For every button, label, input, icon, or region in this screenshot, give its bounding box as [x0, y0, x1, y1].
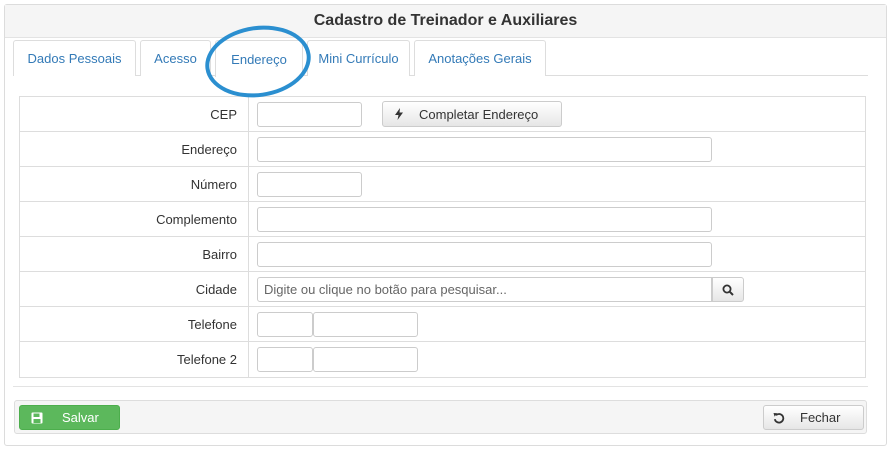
- form-row-bairro: Bairro: [20, 237, 865, 272]
- form-row-telefone: Telefone: [20, 307, 865, 342]
- form-row-telefone2: Telefone 2: [20, 342, 865, 377]
- close-button[interactable]: Fechar: [763, 405, 864, 430]
- form-row-cidade: Cidade: [20, 272, 865, 307]
- telefone2-label: Telefone 2: [20, 342, 249, 377]
- cep-label: CEP: [20, 97, 249, 131]
- tab-endereco[interactable]: Endereço: [215, 40, 303, 77]
- cidade-label: Cidade: [20, 272, 249, 306]
- save-button[interactable]: Salvar: [19, 405, 120, 430]
- form-row-endereco: Endereço: [20, 132, 865, 167]
- bairro-input[interactable]: [257, 242, 712, 267]
- cidade-input[interactable]: [257, 277, 712, 302]
- complete-address-button[interactable]: Completar Endereço: [382, 101, 562, 127]
- form-row-complemento: Complemento: [20, 202, 865, 237]
- numero-label: Número: [20, 167, 249, 201]
- form-divider: [13, 386, 868, 387]
- complete-address-label: Completar Endereço: [419, 106, 539, 122]
- dialog-title: Cadastro de Treinador e Auxiliares: [5, 5, 886, 38]
- telefone-number-input[interactable]: [313, 312, 418, 337]
- bolt-icon: [393, 108, 405, 120]
- undo-icon: [773, 412, 785, 424]
- endereco-label: Endereço: [20, 132, 249, 166]
- footer-bar: Salvar Fechar: [14, 400, 867, 434]
- telefone-label: Telefone: [20, 307, 249, 341]
- save-label: Salvar: [62, 410, 99, 425]
- cidade-search-button[interactable]: [712, 277, 744, 302]
- complemento-label: Complemento: [20, 202, 249, 236]
- search-icon: [722, 284, 734, 296]
- telefone2-ddd-input[interactable]: [257, 347, 313, 372]
- tab-dados-pessoais[interactable]: Dados Pessoais: [13, 40, 136, 76]
- bairro-label: Bairro: [20, 237, 249, 271]
- form-row-cep: CEP Completar Endereço: [20, 97, 865, 132]
- complemento-input[interactable]: [257, 207, 712, 232]
- form-row-numero: Número: [20, 167, 865, 202]
- endereco-input[interactable]: [257, 137, 712, 162]
- tab-mini-curriculo[interactable]: Mini Currículo: [307, 40, 410, 76]
- tab-anotacoes-gerais[interactable]: Anotações Gerais: [414, 40, 546, 76]
- numero-input[interactable]: [257, 172, 362, 197]
- close-label: Fechar: [800, 410, 841, 425]
- address-form: CEP Completar Endereço Endereço Número C…: [19, 96, 866, 378]
- floppy-disk-icon: [31, 412, 43, 424]
- cep-input[interactable]: [257, 102, 362, 127]
- tab-bar: Dados Pessoais Acesso Endereço Mini Curr…: [13, 40, 868, 77]
- telefone-ddd-input[interactable]: [257, 312, 313, 337]
- tab-acesso[interactable]: Acesso: [140, 40, 211, 76]
- telefone2-number-input[interactable]: [313, 347, 418, 372]
